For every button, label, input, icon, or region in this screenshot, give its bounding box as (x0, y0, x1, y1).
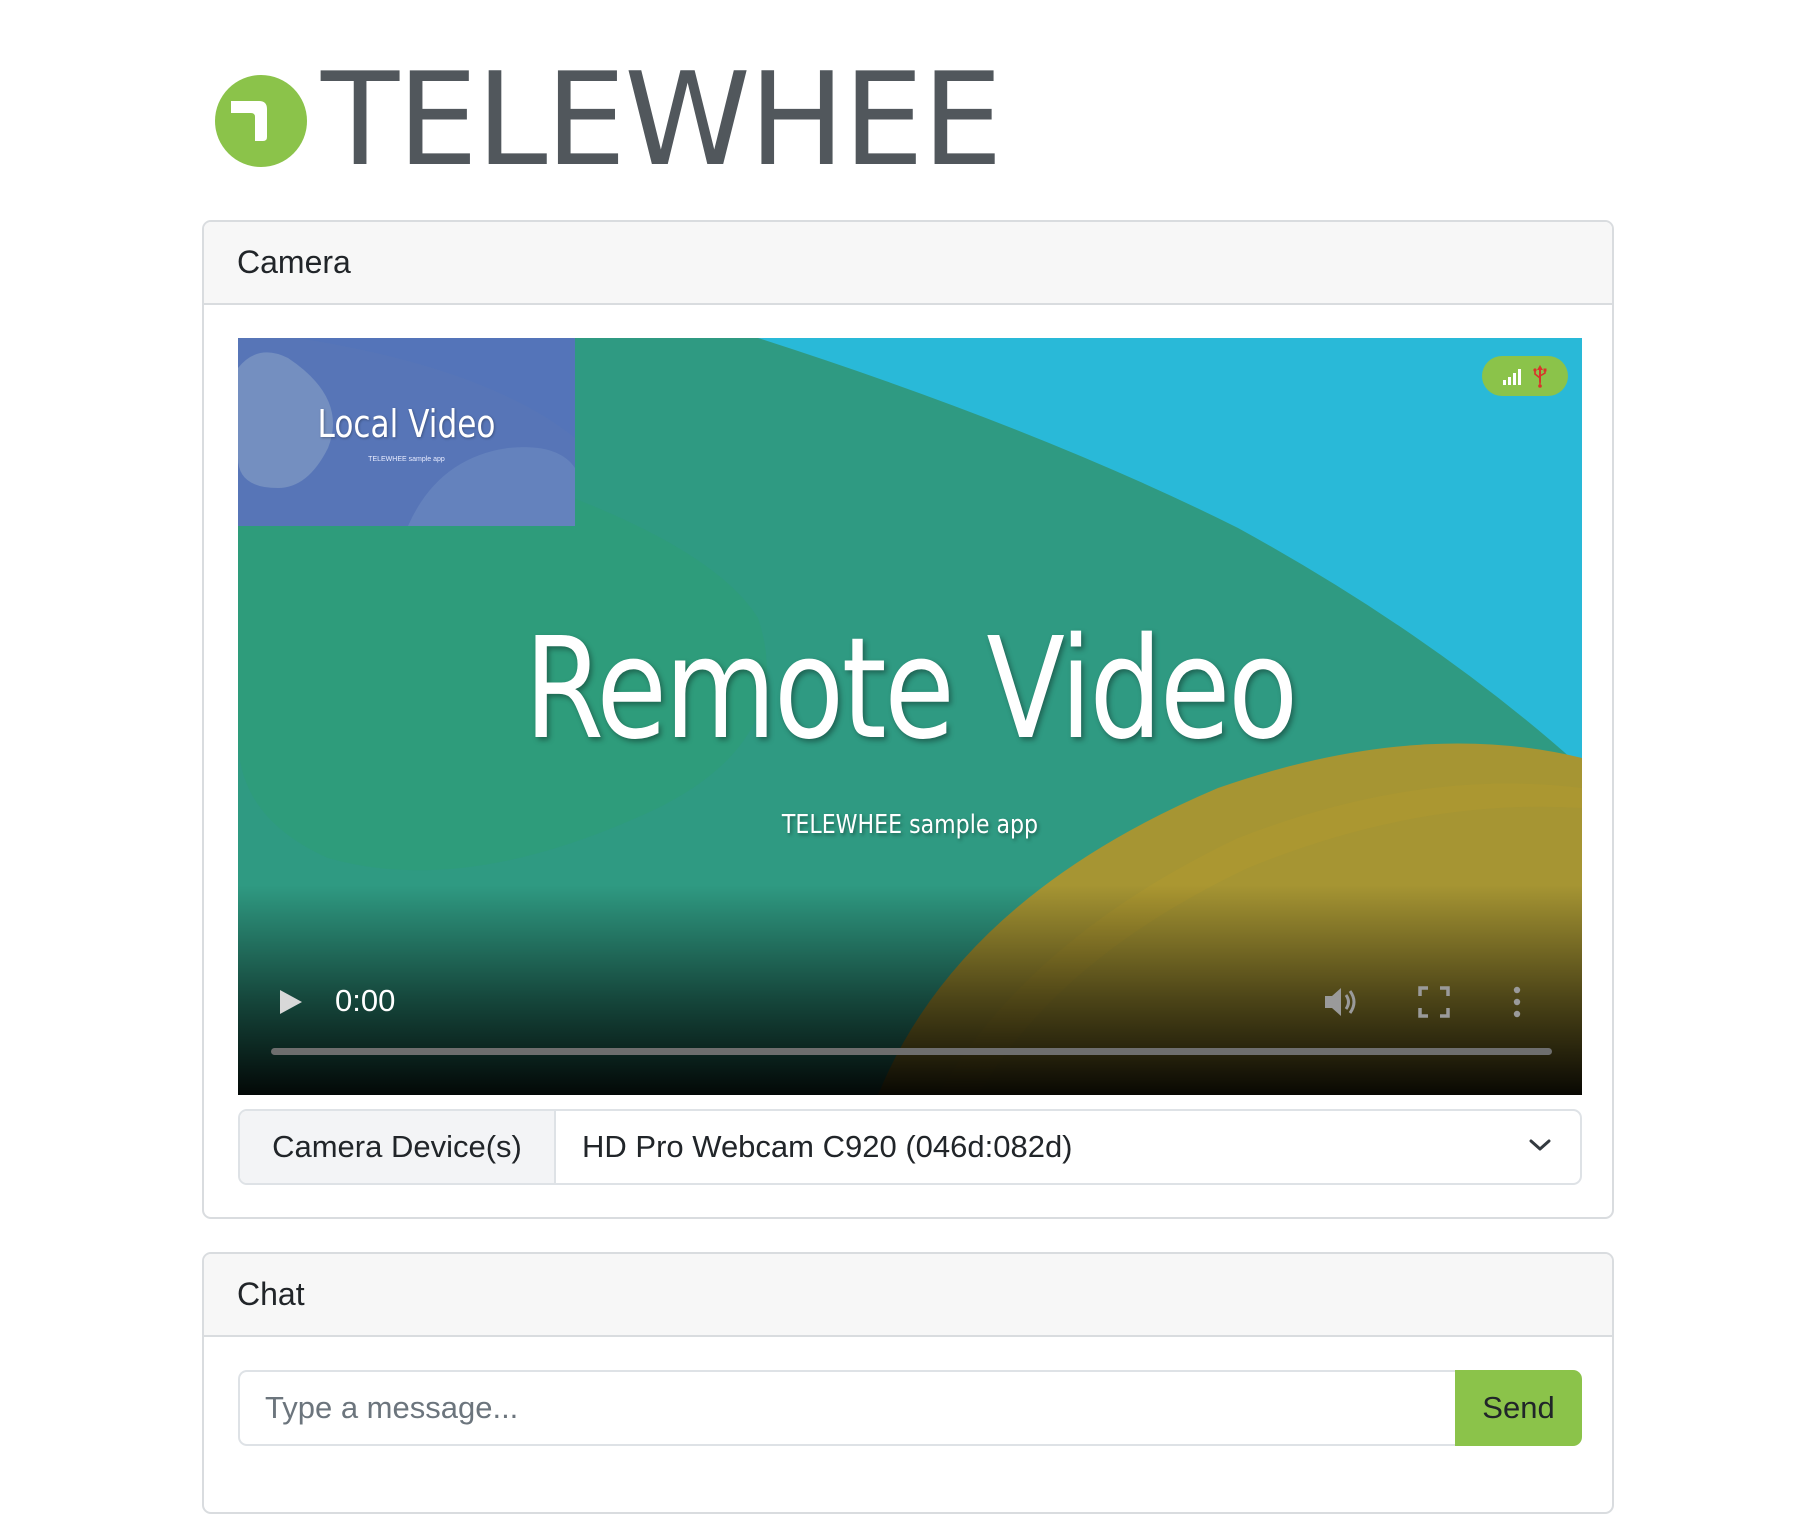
play-icon[interactable] (276, 986, 306, 1018)
remote-video-subtitle: TELEWHEE sample app (781, 810, 1039, 840)
status-badge (1482, 356, 1568, 396)
usb-icon (1533, 365, 1547, 388)
camera-device-group: Camera Device(s) HD Pro Webcam C920 (046… (238, 1109, 1582, 1185)
app-header: TELEWHEE (215, 57, 1003, 185)
local-video-title: Local Video (317, 402, 496, 446)
time-display: 0:00 (335, 983, 396, 1018)
message-input[interactable] (238, 1370, 1455, 1446)
remote-video[interactable]: Remote Video TELEWHEE sample app Local V… (238, 338, 1582, 1095)
local-video-subtitle: TELEWHEE sample app (368, 456, 445, 463)
remote-video-title: Remote Video (524, 608, 1298, 771)
send-button[interactable]: Send (1455, 1370, 1582, 1446)
message-group: Send (238, 1370, 1582, 1446)
chevron-down-icon (1529, 1139, 1551, 1151)
camera-device-label: Camera Device(s) (240, 1111, 556, 1183)
camera-device-select[interactable]: HD Pro Webcam C920 (046d:082d) (556, 1111, 1580, 1183)
camera-card-header: Camera (204, 222, 1612, 305)
fullscreen-icon[interactable] (1416, 984, 1452, 1020)
progress-bar[interactable] (271, 1048, 1552, 1055)
camera-card: Camera Remote Video TELEWHEE sample app … (202, 220, 1614, 1219)
chat-card-header: Chat (204, 1254, 1612, 1337)
telewhee-logo-icon (215, 75, 307, 167)
volume-icon[interactable] (1321, 982, 1361, 1022)
brand-name: TELEWHEE (321, 46, 1003, 195)
signal-icon (1503, 369, 1521, 385)
camera-device-value: HD Pro Webcam C920 (046d:082d) (582, 1129, 1073, 1164)
more-vert-icon[interactable] (1508, 982, 1526, 1022)
chat-card: Chat Send (202, 1252, 1614, 1514)
local-video[interactable]: Local Video TELEWHEE sample app (238, 338, 575, 526)
controls-shade (238, 885, 1582, 1095)
